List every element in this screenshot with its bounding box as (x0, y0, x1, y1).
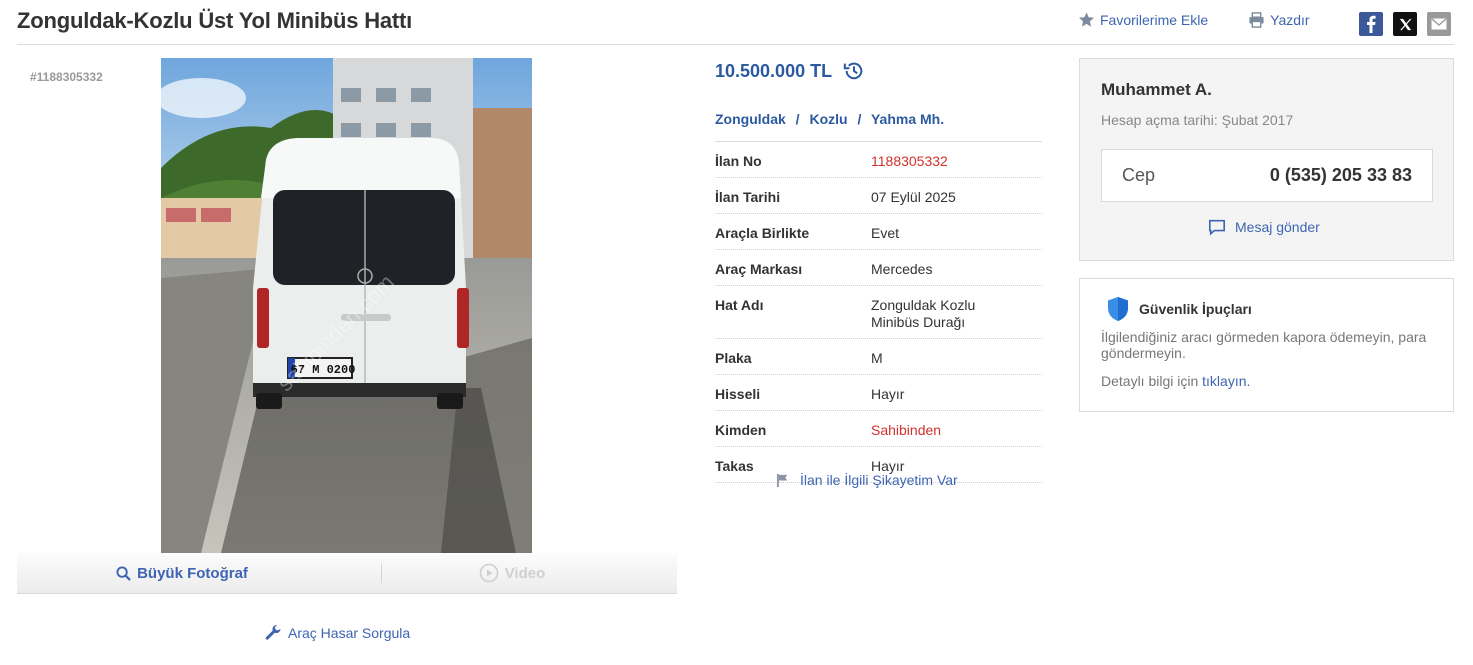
account-since: Hesap açma tarihi: Şubat 2017 (1101, 112, 1294, 128)
detail-label: Hat Adı (715, 297, 764, 313)
detail-value: Sahibinden (871, 422, 942, 438)
safety-more-prefix: Detaylı bilgi için (1101, 373, 1199, 389)
mail-icon (1431, 18, 1447, 30)
main-photo[interactable]: 67 M 0200 sahibinden.com (161, 58, 532, 553)
location-district[interactable]: Kozlu (809, 111, 847, 127)
location-city[interactable]: Zonguldak (715, 111, 786, 127)
listing-id: #1188305332 (30, 70, 103, 84)
mail-share-button[interactable] (1427, 12, 1451, 36)
location-neighborhood[interactable]: Yahma Mh. (871, 111, 944, 127)
damage-query-link[interactable]: Araç Hasar Sorgula (264, 624, 410, 642)
detail-row: İlan No 1188305332 (715, 142, 1042, 178)
breadcrumb-separator: / (857, 111, 862, 127)
star-icon (1079, 12, 1094, 27)
seller-name: Muhammet A. (1101, 80, 1212, 99)
video-button[interactable]: Video (347, 563, 677, 583)
safety-tips-heading: Güvenlik İpuçları (1139, 301, 1252, 317)
wrench-icon (265, 625, 281, 640)
print-button[interactable]: Yazdır (1248, 11, 1310, 28)
facebook-icon (1367, 15, 1376, 33)
detail-value: Zonguldak Kozlu Minibüs Durağı (871, 297, 976, 330)
safety-tips-more: Detaylı bilgi için tıklayın. (1101, 373, 1250, 389)
big-photo-button[interactable]: Büyük Fotoğraf (17, 565, 347, 582)
complaint-link[interactable]: İlan ile İlgili Şikayetim Var (776, 472, 958, 488)
send-message-button[interactable]: Mesaj gönder (1208, 218, 1320, 236)
price-history-icon[interactable] (843, 60, 865, 82)
breadcrumb-separator: / (795, 111, 800, 127)
price: 10.500.000 TL (715, 60, 833, 81)
safety-tips-text: İlgilendiğiniz aracı görmeden kapora öde… (1101, 329, 1427, 361)
detail-value: Evet (871, 225, 900, 241)
safety-tips-card: Güvenlik İpuçları İlgilendiğiniz aracı g… (1079, 278, 1454, 412)
safety-more-link[interactable]: tıklayın. (1202, 373, 1250, 389)
magnifier-icon (116, 565, 131, 581)
detail-row: Hat Adı Zonguldak Kozlu Minibüs Durağı (715, 286, 1042, 339)
chat-bubble-icon (1208, 219, 1226, 236)
detail-label: Araç Markası (715, 261, 803, 277)
detail-row: İlan Tarihi 07 Eylül 2025 (715, 178, 1042, 214)
seller-card: Muhammet A. Hesap açma tarihi: Şubat 201… (1079, 58, 1454, 261)
detail-row: Araç Markası Mercedes (715, 250, 1042, 286)
price-row: 10.500.000 TL (715, 60, 865, 82)
header-divider (17, 44, 1454, 45)
complaint-label: İlan ile İlgili Şikayetim Var (800, 472, 958, 488)
facebook-share-button[interactable] (1359, 12, 1383, 36)
detail-label: İlan Tarihi (715, 189, 781, 205)
printer-icon (1249, 11, 1264, 28)
video-label: Video (504, 564, 546, 582)
print-label: Yazdır (1270, 11, 1310, 28)
detail-row: Araçla Birlikte Evet (715, 214, 1042, 250)
page-title: Zonguldak-Kozlu Üst Yol Minibüs Hattı (17, 8, 413, 33)
play-icon (479, 563, 499, 583)
safety-tips-title: Güvenlik İpuçları (1106, 296, 1252, 322)
send-message-label: Mesaj gönder (1235, 219, 1320, 235)
big-photo-label: Büyük Fotoğraf (137, 564, 248, 582)
detail-label: Kimden (715, 422, 767, 438)
damage-query-label: Araç Hasar Sorgula (288, 625, 411, 641)
x-icon (1399, 18, 1411, 30)
toolbar-separator (381, 563, 382, 583)
detail-label: Hisseli (715, 386, 761, 402)
top-actions: Favorilerime Ekle Yazdır (1078, 11, 1310, 28)
phone-box[interactable]: Cep 0 (535) 205 33 83 (1101, 149, 1433, 202)
photo-toolbar: Büyük Fotoğraf Video (17, 553, 677, 594)
shield-icon (1108, 297, 1128, 321)
phone-label: Cep (1122, 165, 1156, 185)
detail-label: İlan No (715, 153, 762, 169)
x-share-button[interactable] (1393, 12, 1417, 36)
detail-label: Plaka (715, 350, 752, 366)
phone-number: 0 (535) 205 33 83 (1269, 165, 1412, 185)
detail-label: Araçla Birlikte (715, 225, 810, 241)
detail-value: 07 Eylül 2025 (871, 189, 956, 205)
flag-icon (776, 473, 788, 487)
social-share (1359, 12, 1451, 36)
add-favorite-label: Favorilerime Ekle (1100, 11, 1209, 28)
add-favorite-button[interactable]: Favorilerime Ekle (1078, 11, 1208, 28)
detail-value: 1188305332 (871, 153, 948, 169)
listing-details: İlan No 1188305332 İlan Tarihi 07 Eylül 20… (715, 141, 1042, 483)
detail-value: Hayır (871, 386, 905, 402)
location-breadcrumb: Zonguldak / Kozlu / Yahma Mh. (715, 111, 944, 127)
detail-row: Hisseli Hayır (715, 375, 1042, 411)
detail-value: M (871, 350, 883, 366)
detail-value: Mercedes (871, 261, 933, 277)
detail-row: Kimden Sahibinden (715, 411, 1042, 447)
detail-row: Plaka M (715, 339, 1042, 375)
